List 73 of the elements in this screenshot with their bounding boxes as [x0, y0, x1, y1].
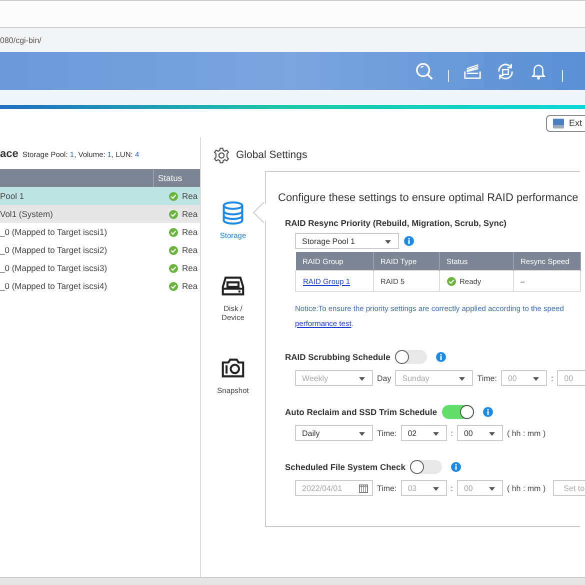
field-label: Time: — [377, 428, 397, 438]
status-text: Rea — [182, 191, 198, 201]
check-icon — [169, 228, 178, 236]
caret-icon — [432, 432, 439, 436]
field-label: ( hh : mm ) — [506, 484, 546, 492]
check-icon — [169, 264, 178, 272]
caret-icon — [359, 377, 365, 381]
section-title: Global Settings — [236, 149, 308, 161]
field-label: ( hh : mm ) — [506, 428, 546, 438]
drive-icon — [552, 118, 565, 128]
status-text: Rea — [182, 227, 198, 237]
table-cell-text: Pool 1 — [0, 191, 26, 201]
setting-title: RAID Resync Priority (Rebuild, Migration, Scrub, Sync) — [285, 218, 508, 228]
status-text: Rea — [182, 209, 198, 219]
caret-icon — [385, 240, 391, 244]
caret-icon — [532, 377, 539, 381]
table-cell-text: Vol1 (System) — [0, 209, 54, 219]
field-label: : — [450, 484, 453, 492]
panel-title: ace — [0, 148, 18, 160]
toggle-switch[interactable] — [395, 350, 428, 364]
check-icon — [169, 282, 178, 290]
address-url[interactable]: 080/cgi-bin/ — [0, 36, 42, 44]
field-label: : — [550, 374, 554, 382]
sync-icon[interactable] — [496, 62, 515, 80]
info-icon[interactable] — [404, 236, 414, 246]
storage-row[interactable]: Vol1 (System) Rea — [0, 205, 200, 223]
time-dropdown[interactable]: 00 — [456, 425, 503, 441]
status-text: Rea — [182, 281, 198, 291]
check-icon — [169, 192, 178, 200]
camera-icon — [221, 356, 245, 380]
caret-icon — [359, 432, 365, 436]
time-dropdown[interactable]: 02 — [400, 425, 447, 441]
storage-row[interactable]: _0 (Mapped to Target iscsi1) Rea — [0, 223, 200, 241]
drive-icon — [221, 274, 245, 298]
caret-icon — [459, 377, 466, 381]
table-cell-text: _0 (Mapped to Target iscsi2) — [0, 245, 108, 255]
caret-icon — [488, 432, 495, 436]
field-label: : — [450, 428, 453, 438]
calendar-icon — [359, 484, 368, 493]
settings-icon — [213, 146, 230, 164]
tray-icon[interactable] — [463, 62, 482, 80]
setting-title: RAID Scrubbing Schedule — [285, 352, 390, 362]
info-icon[interactable] — [451, 462, 462, 472]
caret-icon — [432, 487, 439, 491]
dropdown[interactable]: Daily — [295, 425, 373, 441]
table-cell-text: _0 (Mapped to Target iscsi4) — [0, 281, 108, 291]
info-icon[interactable] — [483, 407, 494, 417]
field-label: Day — [377, 374, 392, 382]
caret-icon — [488, 487, 495, 491]
field-label: Time: — [477, 374, 497, 382]
table-cell-text: _0 (Mapped to Target iscsi1) — [0, 227, 108, 237]
check-icon — [169, 246, 178, 254]
setting-title: Scheduled File System Check — [285, 462, 406, 472]
intro-text: Configure these settings to ensure optimal RAID performance — [278, 192, 580, 204]
toggle-switch[interactable] — [410, 460, 442, 474]
field-label: Time: — [377, 484, 397, 492]
setting-title: Auto Reclaim and SSD Trim Schedule — [285, 407, 438, 417]
search-icon[interactable] — [415, 62, 434, 80]
storage-row[interactable]: _0 (Mapped to Target iscsi2) Rea — [0, 241, 200, 259]
check-icon — [169, 210, 178, 218]
check-icon — [446, 276, 456, 286]
status-text: Rea — [182, 245, 198, 255]
bell-icon[interactable] — [529, 62, 548, 80]
database-icon — [221, 201, 245, 225]
table-cell-text: _0 (Mapped to Target iscsi3) — [0, 263, 108, 273]
storage-pool-select[interactable]: Storage Pool 1 — [295, 233, 399, 249]
info-icon[interactable] — [436, 352, 446, 362]
storage-row[interactable]: _0 (Mapped to Target iscsi3) Rea — [0, 259, 200, 277]
toggle-switch[interactable] — [442, 405, 474, 419]
status-text: Rea — [182, 263, 198, 273]
storage-row[interactable]: Pool 1 Rea — [0, 187, 200, 205]
external-device-button[interactable]: Ext — [546, 114, 585, 132]
storage-row[interactable]: _0 (Mapped to Target iscsi4) Rea — [0, 277, 200, 295]
